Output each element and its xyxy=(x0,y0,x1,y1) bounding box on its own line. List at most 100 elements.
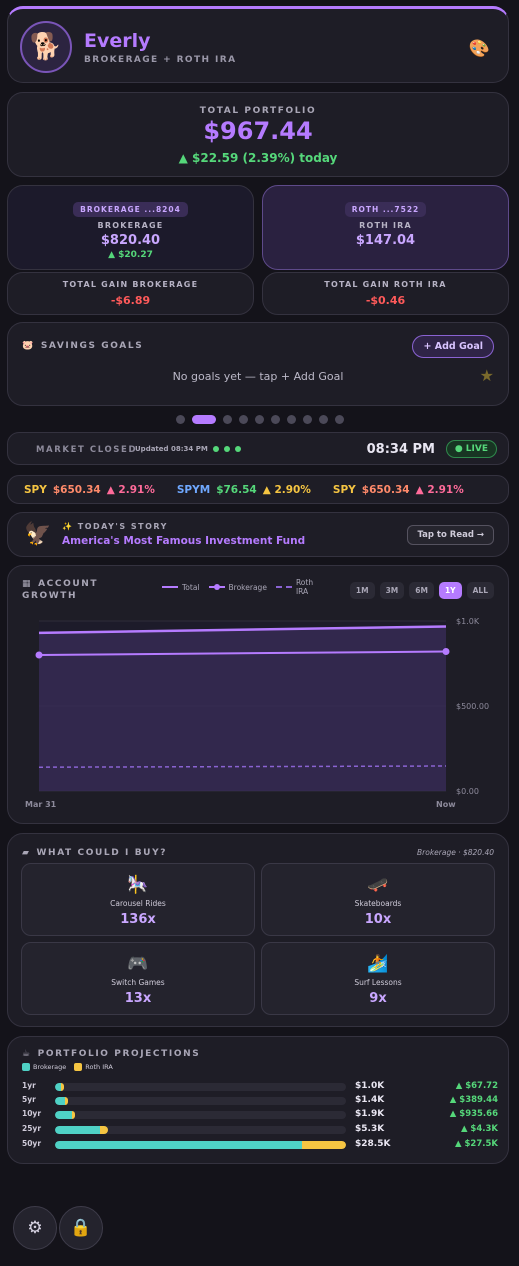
legend-label: Brokerage xyxy=(33,1063,67,1071)
ticker-change: ▲ 2.90% xyxy=(262,484,311,496)
projection-row: 10yr $1.9K ▲ $935.66 xyxy=(22,1109,498,1121)
projection-value: $1.0K xyxy=(355,1081,385,1091)
buy-item-name: Carousel Rides xyxy=(110,899,166,908)
buy-item-carousel[interactable]: 🎠 Carousel Rides 136x xyxy=(21,863,255,936)
gain-label: TOTAL GAIN BROKERAGE xyxy=(62,280,199,289)
page-dot[interactable] xyxy=(302,415,312,424)
buy-item-count: 13x xyxy=(124,991,152,1006)
page-dot[interactable] xyxy=(286,415,296,424)
ticker-price: $650.34 xyxy=(52,484,101,496)
account-value: $820.40 xyxy=(100,233,161,248)
chart-title-line1: ACCOUNT xyxy=(38,579,99,589)
ticker-item[interactable]: SPY $650.34 ▲ 2.91% xyxy=(24,484,155,496)
y-tick-label: $1.0K xyxy=(456,617,480,626)
ticker-item[interactable]: SPYM $76.54 ▲ 2.90% xyxy=(177,484,311,496)
roth-account-card[interactable]: ROTH ...7522 ROTH IRA $147.04 xyxy=(262,185,509,270)
projection-gain: ▲ $27.5K xyxy=(455,1139,498,1149)
legend-total: Total xyxy=(162,583,200,592)
page-dot[interactable] xyxy=(175,415,185,424)
page-dot[interactable] xyxy=(222,415,232,424)
todays-story-card[interactable]: 🦅 ✨ TODAY'S STORY America's Most Famous … xyxy=(7,512,509,557)
range-all-button[interactable]: ALL xyxy=(466,582,494,599)
account-growth-card: ▦ ACCOUNT GROWTH Total Brokerage Roth IRA… xyxy=(7,565,509,824)
projection-period: 50yr xyxy=(22,1139,42,1148)
projection-bar xyxy=(55,1126,346,1134)
chart-title: ▦ ACCOUNT GROWTH xyxy=(22,578,98,602)
chart-icon: ▦ xyxy=(22,579,33,589)
ticker-item[interactable]: SPY $650.34 ▲ 2.91% xyxy=(333,484,464,496)
story-title: America's Most Famous Investment Fund xyxy=(62,535,306,547)
story-label: ✨ TODAY'S STORY xyxy=(62,522,168,531)
market-status-bar: MARKET CLOSED Updated 08:34 PM 08:34 PM … xyxy=(7,432,509,465)
lock-button[interactable]: 🔒 xyxy=(59,1206,103,1250)
page-dot[interactable] xyxy=(318,415,328,424)
page-dot[interactable] xyxy=(191,415,216,424)
buy-item-name: Surf Lessons xyxy=(354,978,402,987)
growth-chart: $1.0K $500.00 $0.00 Mar 31 Now xyxy=(25,617,489,809)
projection-value: $28.5K xyxy=(355,1139,391,1149)
y-tick-label: $500.00 xyxy=(456,702,489,711)
brokerage-point xyxy=(442,648,450,656)
surfer-icon: 🏄 xyxy=(367,954,389,974)
projection-bar-roth xyxy=(64,1097,68,1105)
brokerage-gain-card: TOTAL GAIN BROKERAGE -$6.89 xyxy=(7,272,254,315)
projection-bar xyxy=(55,1111,346,1119)
chart-icon: ☕ xyxy=(22,1049,32,1059)
add-goal-button[interactable]: + Add Goal xyxy=(412,335,494,358)
legend-roth: Roth IRA xyxy=(275,578,318,596)
ticker-change: ▲ 2.91% xyxy=(106,484,155,496)
page-indicator[interactable] xyxy=(0,415,519,424)
buy-item-count: 9x xyxy=(369,991,387,1006)
projection-bar xyxy=(55,1083,346,1091)
palette-icon[interactable]: 🎨 xyxy=(469,39,490,59)
settings-button[interactable]: ⚙ xyxy=(13,1206,57,1250)
projection-bar-brokerage xyxy=(55,1111,72,1119)
time-range-selector: 1M 3M 6M 1Y ALL xyxy=(349,582,494,599)
buy-item-name: Switch Games xyxy=(111,978,165,987)
gain-value: -$6.89 xyxy=(110,294,151,307)
live-badge: ● LIVE xyxy=(445,440,497,458)
projection-bar xyxy=(55,1097,346,1105)
buy-item-skateboards[interactable]: 🛹 Skateboards 10x xyxy=(261,863,495,936)
buy-item-name: Skateboards xyxy=(354,899,402,908)
range-3m-button[interactable]: 3M xyxy=(379,582,405,599)
account-name: ROTH IRA xyxy=(359,221,412,230)
range-1y-button[interactable]: 1Y xyxy=(438,582,462,599)
projection-gain: ▲ $4.3K xyxy=(460,1124,498,1134)
buy-item-switch-games[interactable]: 🎮 Switch Games 13x xyxy=(21,942,255,1015)
buy-item-count: 136x xyxy=(120,912,156,927)
account-change: ▲ $20.27 xyxy=(108,250,153,260)
chart-icon: ▰ xyxy=(22,848,31,858)
page-dot[interactable] xyxy=(334,415,344,424)
skateboard-icon: 🛹 xyxy=(367,875,389,895)
avatar[interactable]: 🐕 xyxy=(20,21,72,73)
projection-row: 5yr $1.4K ▲ $389.44 xyxy=(22,1095,498,1107)
legend-label: Total xyxy=(182,582,200,592)
projection-bar-roth xyxy=(71,1111,75,1119)
projection-bar-roth xyxy=(100,1126,109,1134)
ticker-symbol: SPY xyxy=(24,484,47,496)
gamepad-icon: 🎮 xyxy=(127,954,149,974)
tap-to-read-button[interactable]: Tap to Read → xyxy=(407,525,494,545)
range-6m-button[interactable]: 6M xyxy=(409,582,434,599)
projection-value: $1.9K xyxy=(355,1109,385,1119)
x-tick-label: Mar 31 xyxy=(25,800,57,809)
ticker-symbol: SPYM xyxy=(176,484,211,496)
brokerage-account-card[interactable]: BROKERAGE ...8204 BROKERAGE $820.40 ▲ $2… xyxy=(7,185,254,270)
profile-name: Everly xyxy=(84,30,151,52)
projection-gain: ▲ $67.72 xyxy=(455,1081,498,1091)
range-1m-button[interactable]: 1M xyxy=(349,582,375,599)
account-name: BROKERAGE xyxy=(97,221,164,230)
chart-title-line2: GROWTH xyxy=(22,591,78,601)
page-dot[interactable] xyxy=(270,415,280,424)
buy-item-surf-lessons[interactable]: 🏄 Surf Lessons 9x xyxy=(261,942,495,1015)
legend-brokerage: Brokerage xyxy=(22,1063,66,1071)
projection-bar-roth xyxy=(301,1141,346,1149)
lock-icon: 🔒 xyxy=(70,1218,92,1238)
total-portfolio-change: ▲ $22.59 (2.39%) today xyxy=(178,151,338,165)
ticker-price: $650.34 xyxy=(361,484,410,496)
page-dot[interactable] xyxy=(238,415,248,424)
star-icon: ★ xyxy=(479,366,494,385)
page-dot[interactable] xyxy=(254,415,264,424)
account-number-pill: BROKERAGE ...8204 xyxy=(73,202,188,217)
